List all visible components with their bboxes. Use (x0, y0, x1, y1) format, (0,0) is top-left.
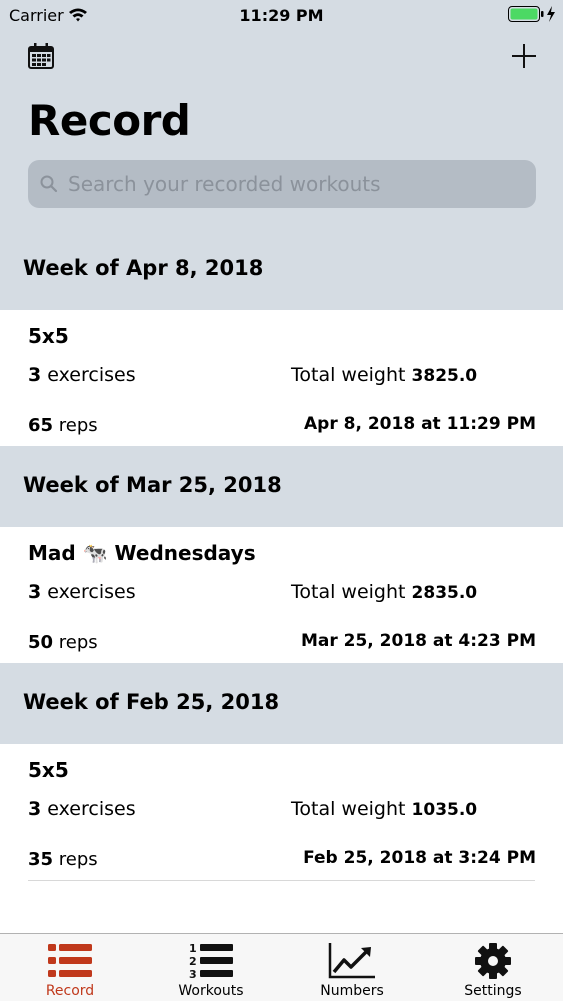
section-header-label: Week of Apr 8, 2018 (23, 256, 264, 280)
charging-bolt-icon (547, 6, 555, 22)
page-title: Record (28, 96, 191, 145)
tab-label: Record (45, 983, 95, 999)
search-input[interactable] (68, 160, 528, 208)
navigation-header: Carrier 11:29 PM Record (0, 0, 563, 230)
section-header: Week of Mar 25, 2018 (0, 446, 563, 527)
plus-icon[interactable] (510, 42, 538, 70)
exercise-count: 3 exercises (28, 364, 136, 386)
search-icon (40, 175, 58, 193)
svg-text:2: 2 (189, 955, 197, 968)
tab-label: Workouts (178, 983, 244, 999)
gear-icon (475, 943, 511, 979)
tab-workouts[interactable]: 123 Workouts (141, 934, 281, 1001)
svg-text:1: 1 (189, 942, 197, 955)
tab-label: Numbers (320, 983, 384, 999)
workout-row[interactable]: 5x5 3 exercises Total weight 1035.0 35 r… (0, 744, 563, 880)
total-weight: Total weight 2835.0 (291, 581, 478, 603)
section-header: Week of Apr 8, 2018 (0, 229, 563, 310)
workout-date: Apr 8, 2018 at 11:29 PM (304, 414, 536, 434)
workout-name: Mad 🐄 Wednesdays (28, 541, 256, 565)
tab-settings[interactable]: Settings (423, 934, 563, 1001)
workout-row[interactable]: 5x5 3 exercises Total weight 3825.0 65 r… (0, 310, 563, 446)
workout-name: 5x5 (28, 758, 69, 782)
workout-date: Mar 25, 2018 at 4:23 PM (300, 631, 536, 651)
section-header: Week of Feb 25, 2018 (0, 663, 563, 744)
total-weight: Total weight 1035.0 (291, 798, 478, 820)
workout-date: Feb 25, 2018 at 3:24 PM (303, 848, 536, 868)
chart-icon (328, 943, 375, 979)
svg-text:3: 3 (189, 968, 197, 980)
section-header-label: Week of Mar 25, 2018 (23, 473, 282, 497)
calendar-icon[interactable] (27, 42, 55, 70)
total-weight: Total weight 3825.0 (291, 364, 478, 386)
status-bar: Carrier 11:29 PM (0, 0, 563, 30)
numbered-list-icon: 123 (189, 942, 233, 980)
reps-count: 50 reps (28, 632, 98, 653)
row-separator (28, 880, 535, 881)
exercise-count: 3 exercises (28, 581, 136, 603)
workout-name: 5x5 (28, 324, 69, 348)
list-icon (48, 944, 92, 977)
reps-count: 35 reps (28, 849, 98, 870)
search-bar[interactable] (28, 160, 536, 208)
clock-label: 11:29 PM (239, 6, 324, 25)
exercise-count: 3 exercises (28, 798, 136, 820)
reps-count: 65 reps (28, 415, 98, 436)
tab-label: Settings (464, 983, 522, 999)
section-header-label: Week of Feb 25, 2018 (23, 690, 280, 714)
tab-numbers[interactable]: Numbers (282, 934, 422, 1001)
workout-row[interactable]: Mad 🐄 Wednesdays 3 exercises Total weigh… (0, 527, 563, 663)
tab-bar: Record 123 Workouts Numbers Settings (0, 933, 563, 1001)
battery-icon (508, 6, 544, 22)
tab-record[interactable]: Record (0, 934, 140, 1001)
